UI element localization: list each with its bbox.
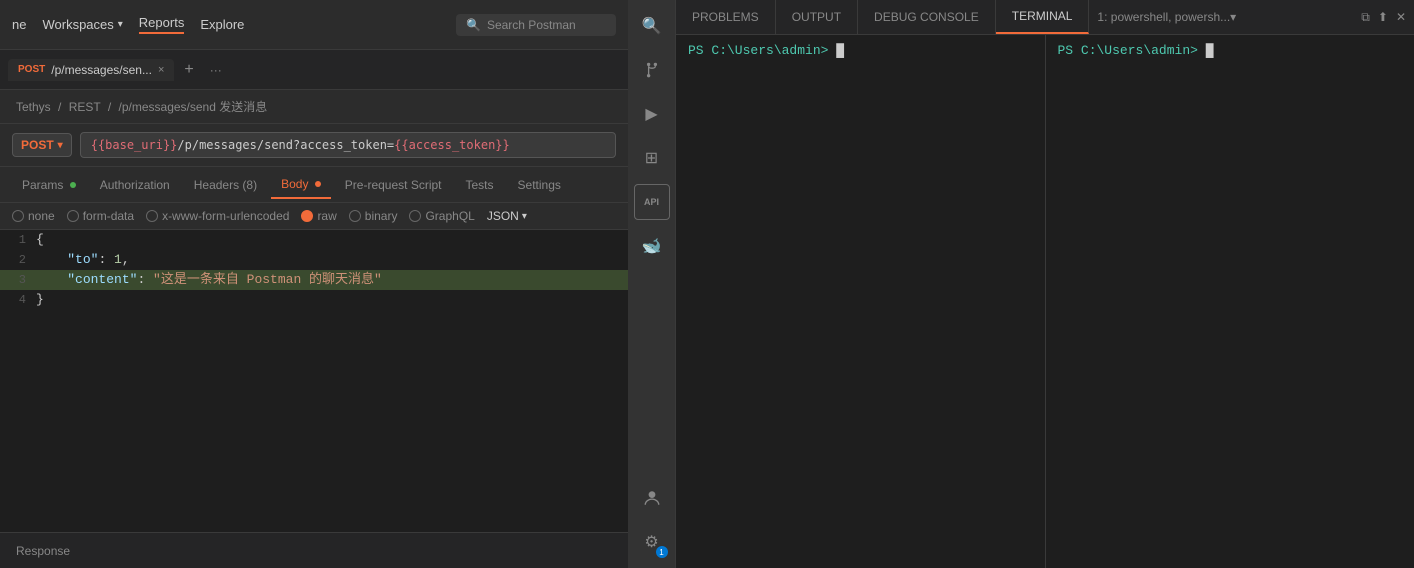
postman-panel: ne Workspaces ▾ Reports Explore 🔍 Search… [0,0,628,568]
breadcrumb-endpoint: /p/messages/send 发送消息 [119,100,268,114]
chevron-down-icon: ▾ [1230,10,1236,24]
line-content: { [36,230,628,250]
url-access-token: {{access_token}} [394,138,510,152]
vscode-tab-terminal[interactable]: TERMINAL [996,0,1090,34]
run-sidebar-icon[interactable]: ▶ [634,96,670,132]
url-bar: POST ▾ {{base_uri}}/p/messages/send?acce… [0,124,628,167]
code-line-1: 1 { [0,230,628,250]
request-tabs: Params Authorization Headers (8) Body Pr… [0,167,628,203]
tab-path: /p/messages/sen... [51,63,152,77]
nav-workspaces[interactable]: Workspaces ▾ [42,17,122,32]
line-number: 3 [0,270,36,290]
radio-form-data [67,210,79,222]
option-binary[interactable]: binary [349,209,398,223]
tab-headers[interactable]: Headers (8) [184,172,267,198]
vscode-tab-more[interactable]: 1: powershell, powersh... ▾ [1089,0,1244,34]
extensions-sidebar-icon[interactable]: ⊞ [634,140,670,176]
vscode-panel: PROBLEMS OUTPUT DEBUG CONSOLE TERMINAL 1… [676,0,1414,568]
source-control-sidebar-icon[interactable] [634,52,670,88]
body-dot [315,181,321,187]
radio-raw [301,210,313,222]
terminal-pane-2[interactable]: PS C:\Users\admin> █ [1046,35,1414,568]
params-dot [70,182,76,188]
method-select[interactable]: POST ▾ [12,133,72,157]
url-input[interactable]: {{base_uri}}/p/messages/send?access_toke… [80,132,616,158]
url-path: /p/messages/send?access_token= [177,138,394,152]
tab-body[interactable]: Body [271,171,331,199]
vscode-tab-debug[interactable]: DEBUG CONSOLE [858,0,996,34]
tab-params[interactable]: Params [12,172,86,198]
response-label: Response [16,544,70,558]
tab-settings[interactable]: Settings [508,172,571,198]
terminals-area: PS C:\Users\admin> █ PS C:\Users\admin> … [676,35,1414,568]
line-content: "to": 1, [36,250,628,270]
breadcrumb: Tethys / REST / /p/messages/send 发送消息 [0,90,628,124]
line-content: "content": "这是一条来自 Postman 的聊天消息" [36,270,628,290]
terminal-cursor-2: █ [1206,43,1214,58]
tab-more-button[interactable]: ··· [204,61,228,79]
vscode-tab-problems[interactable]: PROBLEMS [676,0,776,34]
account-sidebar-icon[interactable] [634,480,670,516]
tab-authorization[interactable]: Authorization [90,172,180,198]
chevron-down-icon: ▾ [58,140,63,151]
terminal-pane-1[interactable]: PS C:\Users\admin> █ [676,35,1046,568]
search-bar[interactable]: 🔍 Search Postman [456,14,616,36]
vscode-tab-output[interactable]: OUTPUT [776,0,858,34]
chevron-down-icon: ▾ [118,19,123,30]
tab-method: POST [18,64,45,75]
option-none[interactable]: none [12,209,55,223]
tabs-bar: POST /p/messages/sen... × + ··· [0,50,628,90]
code-line-2: 2 "to": 1, [0,250,628,270]
body-options: none form-data x-www-form-urlencoded raw… [0,203,628,230]
line-number: 1 [0,230,36,250]
separator: / [108,100,115,114]
line-number: 2 [0,250,36,270]
terminal-prompt-1: PS C:\Users\admin> [688,43,828,58]
vscode-sidebar: 🔍 ▶ ⊞ API 🐋 ⚙ 1 [628,0,676,568]
settings-badge: 1 [656,546,668,558]
terminal-prompt-2: PS C:\Users\admin> [1058,43,1198,58]
top-nav: ne Workspaces ▾ Reports Explore 🔍 Search… [0,0,628,50]
code-line-4: 4 } [0,290,628,310]
option-urlencoded[interactable]: x-www-form-urlencoded [146,209,289,223]
option-graphql[interactable]: GraphQL [409,209,474,223]
option-form-data[interactable]: form-data [67,209,134,223]
json-format-select[interactable]: JSON ▾ [487,209,527,223]
request-tab[interactable]: POST /p/messages/sen... × [8,59,174,81]
radio-urlencoded [146,210,158,222]
api-sidebar-icon[interactable]: API [634,184,670,220]
docker-sidebar-icon[interactable]: 🐋 [634,228,670,264]
nav-reports[interactable]: Reports [139,15,185,34]
option-raw[interactable]: raw [301,209,336,223]
search-icon: 🔍 [466,18,481,32]
search-placeholder: Search Postman [487,18,576,32]
tab-add-button[interactable]: + [178,59,199,81]
line-number: 4 [0,290,36,310]
radio-graphql [409,210,421,222]
search-sidebar-icon[interactable]: 🔍 [634,8,670,44]
method-label: POST [21,138,54,152]
breadcrumb-type[interactable]: REST [69,100,101,114]
terminal-cursor-1: █ [836,43,844,58]
settings-sidebar-icon[interactable]: ⚙ 1 [634,524,670,560]
tab-close-button[interactable]: × [158,64,164,76]
response-bar: Response [0,532,628,568]
radio-none [12,210,24,222]
separator: / [58,100,65,114]
maximize-panel-icon[interactable]: ⬆ [1378,10,1388,24]
breadcrumb-workspace[interactable]: Tethys [16,100,51,114]
code-editor[interactable]: 1 { 2 "to": 1, 3 "content": "这是一条来自 Post… [0,230,628,532]
split-terminal-icon[interactable]: ⧉ [1361,10,1370,25]
tab-tests[interactable]: Tests [456,172,504,198]
radio-binary [349,210,361,222]
close-panel-icon[interactable]: ✕ [1396,10,1406,24]
url-base-uri: {{base_uri}} [91,138,178,152]
chevron-down-icon: ▾ [522,211,527,222]
tab-pre-request[interactable]: Pre-request Script [335,172,452,198]
vscode-tabs: PROBLEMS OUTPUT DEBUG CONSOLE TERMINAL 1… [676,0,1414,35]
line-content: } [36,290,628,310]
nav-explore[interactable]: Explore [200,17,244,32]
code-line-3: 3 "content": "这是一条来自 Postman 的聊天消息" [0,270,628,290]
nav-home[interactable]: ne [12,17,26,32]
